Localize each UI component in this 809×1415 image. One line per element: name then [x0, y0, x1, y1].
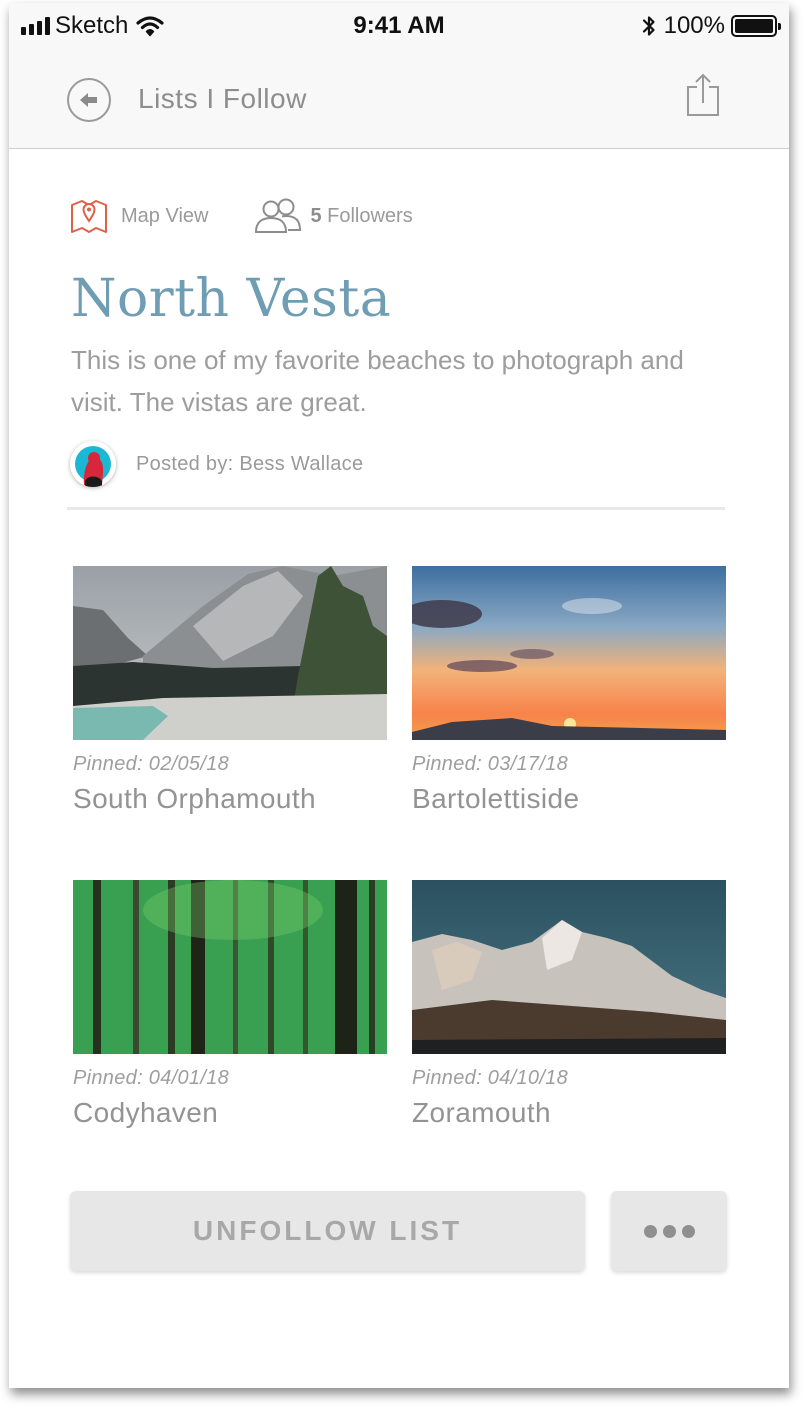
- battery-percent: 100%: [663, 12, 725, 39]
- back-arrow-icon: [80, 93, 97, 107]
- sunset-photo: [412, 566, 726, 740]
- author-row: Posted by: Bess Wallace: [70, 441, 363, 487]
- status-bar: Sketch 9:41 AM 100%: [9, 3, 789, 47]
- bluetooth-icon: [642, 16, 655, 36]
- place-name: Codyhaven: [73, 1097, 219, 1128]
- back-button[interactable]: [67, 78, 111, 122]
- list-title: North Vesta: [71, 269, 392, 329]
- avatar[interactable]: [70, 441, 116, 487]
- forest-photo: [73, 880, 387, 1054]
- nav-title: Lists I Follow: [138, 83, 307, 114]
- list-meta-row: Map View 5 Followers: [70, 197, 413, 235]
- place-name: South Orphamouth: [73, 783, 316, 814]
- nav-bar: Lists I Follow: [9, 47, 789, 149]
- unfollow-list-button[interactable]: UNFOLLOW LIST: [70, 1191, 585, 1271]
- place-card[interactable]: Pinned: 04/10/18 Zoramouth: [412, 880, 726, 1129]
- pinned-date: Pinned: 04/01/18: [73, 1067, 230, 1089]
- divider: [67, 507, 725, 510]
- place-card[interactable]: Pinned: 04/01/18 Codyhaven: [73, 880, 387, 1129]
- battery-icon: [731, 15, 781, 37]
- list-description: This is one of my favorite beaches to ph…: [71, 345, 684, 417]
- place-card[interactable]: Pinned: 03/17/18 Bartolettiside: [412, 566, 726, 815]
- map-icon[interactable]: [70, 197, 108, 235]
- followers-text: Followers: [327, 204, 413, 227]
- followers-count: 5: [310, 204, 322, 227]
- followers-label[interactable]: 5 Followers: [310, 205, 412, 228]
- status-right: 100%: [640, 12, 781, 40]
- place-name: Zoramouth: [412, 1097, 551, 1128]
- share-icon[interactable]: [685, 73, 721, 117]
- pinned-date: Pinned: 03/17/18: [412, 753, 569, 775]
- followers-icon: [255, 198, 302, 233]
- place-card[interactable]: Pinned: 02/05/18 South Orphamouth: [73, 566, 387, 815]
- pinned-date: Pinned: 02/05/18: [73, 753, 230, 775]
- more-dots-icon[interactable]: [611, 1191, 727, 1271]
- phone-screen: Sketch 9:41 AM 100% Lists I Follow Map V…: [9, 3, 789, 1388]
- place-name: Bartolettiside: [412, 783, 580, 814]
- mountain-lake-photo: [73, 566, 387, 740]
- avatar-image: [75, 446, 111, 487]
- pinned-date: Pinned: 04/10/18: [412, 1067, 569, 1089]
- snowy-mountain-photo: [412, 880, 726, 1054]
- posted-by: Posted by: Bess Wallace: [136, 452, 364, 475]
- map-view-link[interactable]: Map View: [121, 205, 208, 228]
